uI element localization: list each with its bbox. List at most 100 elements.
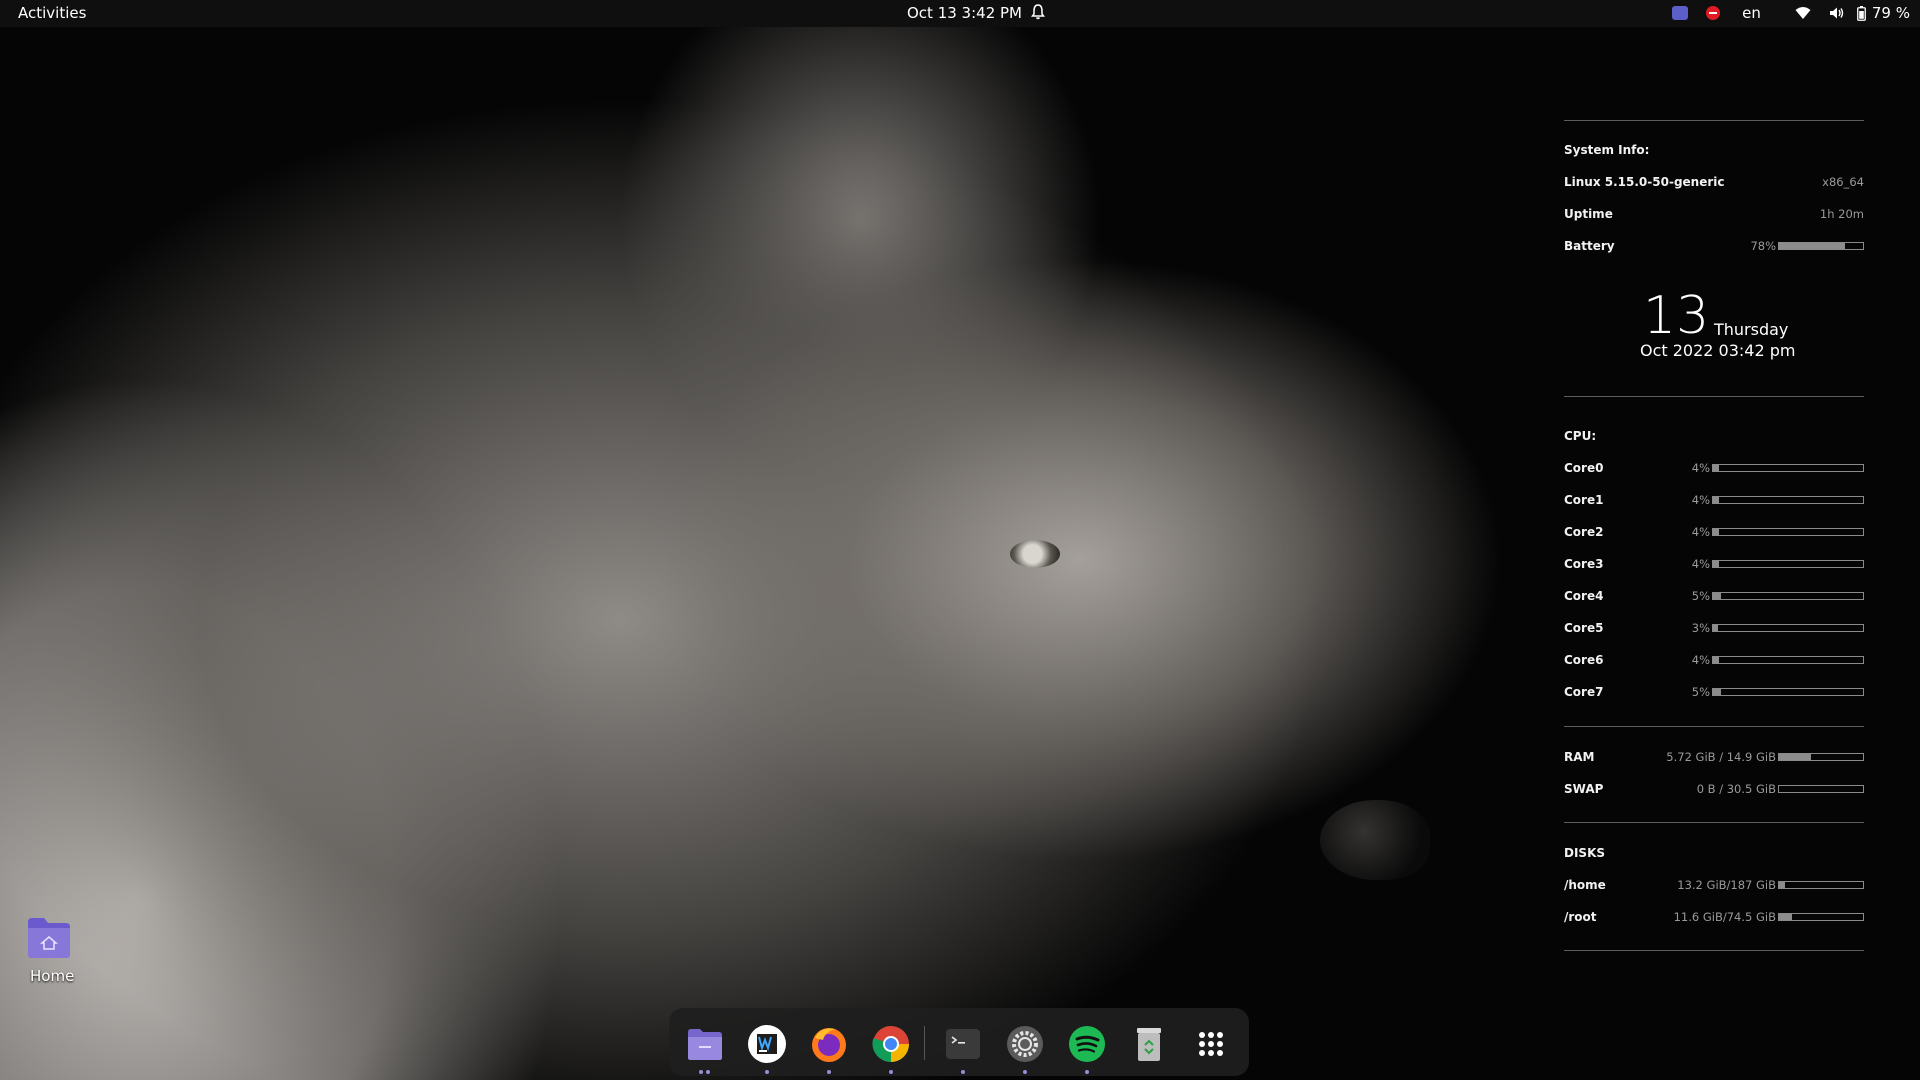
core-value: 4%	[1691, 653, 1710, 667]
terminal-icon[interactable]	[943, 1024, 983, 1064]
webstorm-icon[interactable]	[747, 1024, 787, 1064]
wifi-icon[interactable]	[1795, 6, 1811, 20]
core-value: 4%	[1691, 525, 1710, 539]
core-bar-fill	[1713, 561, 1719, 567]
cpu-core-row: Core7 5%	[1564, 685, 1864, 701]
core-bar-fill	[1713, 657, 1719, 663]
core-value: 4%	[1691, 461, 1710, 475]
core-value: 4%	[1691, 493, 1710, 507]
divider	[1564, 120, 1864, 121]
firefox-icon[interactable]	[809, 1024, 849, 1064]
battery-row-value: 78%	[1750, 239, 1776, 253]
running-indicator	[961, 1070, 965, 1074]
swap-row: SWAP 0 B / 30.5 GiB	[1564, 782, 1864, 798]
core-bar-fill	[1713, 593, 1721, 599]
swap-value: 0 B / 30.5 GiB	[1696, 782, 1776, 796]
clock-button[interactable]: Oct 13 3:42 PM	[907, 4, 1022, 22]
battery-row-label: Battery	[1564, 239, 1615, 253]
core-label: Core4	[1564, 589, 1604, 603]
home-disk-bar	[1778, 881, 1864, 889]
language-indicator[interactable]: en	[1742, 4, 1761, 22]
top-bar: Activities Oct 13 3:42 PM en 79 %	[0, 0, 1920, 27]
running-indicator	[889, 1070, 893, 1074]
divider	[1564, 950, 1864, 951]
home-disk-label: /home	[1564, 878, 1606, 892]
core-label: Core5	[1564, 621, 1604, 635]
system-tray[interactable]: en 79 %	[1654, 2, 1910, 24]
core-label: Core0	[1564, 461, 1604, 475]
root-disk-value: 11.6 GiB/74.5 GiB	[1673, 910, 1776, 924]
core-bar	[1712, 528, 1864, 536]
wallpaper-wolf-eye	[1010, 540, 1060, 568]
disks-title-row: DISKS	[1564, 846, 1864, 862]
battery-icon[interactable]	[1856, 5, 1866, 21]
battery-bar-fill	[1779, 243, 1845, 249]
uptime-value: 1h 20m	[1819, 207, 1864, 221]
home-disk-bar-fill	[1779, 882, 1785, 888]
cpu-core-row: Core0 4%	[1564, 461, 1864, 477]
core-bar	[1712, 464, 1864, 472]
teams-icon[interactable]	[1672, 6, 1689, 20]
disks-title: DISKS	[1564, 846, 1606, 860]
divider	[1564, 822, 1864, 823]
running-indicator	[706, 1070, 710, 1074]
divider	[1564, 726, 1864, 727]
battery-bar	[1778, 242, 1864, 250]
core-bar-fill	[1713, 529, 1719, 535]
spotify-icon[interactable]	[1067, 1024, 1107, 1064]
running-indicator	[1023, 1070, 1027, 1074]
ram-row: RAM 5.72 GiB / 14.9 GiB	[1564, 750, 1864, 766]
battery-percentage[interactable]: 79 %	[1872, 4, 1910, 22]
system-info-title: System Info:	[1564, 143, 1650, 157]
ram-value: 5.72 GiB / 14.9 GiB	[1666, 750, 1776, 764]
date-time-label: Oct 2022 03:42 pm	[1640, 341, 1796, 360]
running-indicator	[827, 1070, 831, 1074]
root-disk-bar-fill	[1779, 914, 1793, 920]
core-value: 5%	[1691, 589, 1710, 603]
bell-icon[interactable]	[1030, 3, 1046, 21]
battery-label: 79 %	[1871, 4, 1910, 22]
core-bar	[1712, 496, 1864, 504]
core-bar-fill	[1713, 497, 1719, 503]
core-value: 4%	[1691, 557, 1710, 571]
show-apps-icon[interactable]	[1191, 1024, 1231, 1064]
home-folder-icon[interactable]	[26, 916, 72, 960]
core-bar-fill	[1713, 465, 1719, 471]
trash-icon[interactable]	[1129, 1024, 1169, 1064]
home-disk-row: /home 13.2 GiB/187 GiB	[1564, 878, 1864, 894]
core-bar	[1712, 656, 1864, 664]
home-disk-value: 13.2 GiB/187 GiB	[1677, 878, 1776, 892]
root-disk-bar	[1778, 913, 1864, 921]
ram-bar-fill	[1779, 754, 1811, 760]
cpu-core-row: Core4 5%	[1564, 589, 1864, 605]
weekday-label: Thursday	[1714, 320, 1789, 339]
kernel-label: Linux 5.15.0-50-generic	[1564, 175, 1725, 189]
files-icon[interactable]	[685, 1024, 725, 1064]
core-bar	[1712, 688, 1864, 696]
activities-button[interactable]: Activities	[18, 4, 86, 22]
core-label: Core7	[1564, 685, 1604, 699]
swap-bar	[1778, 785, 1864, 793]
home-folder-label[interactable]: Home	[30, 967, 74, 985]
core-bar	[1712, 560, 1864, 568]
settings-icon[interactable]	[1005, 1024, 1045, 1064]
cpu-title: CPU:	[1564, 429, 1597, 443]
volume-icon[interactable]	[1829, 6, 1845, 20]
kernel-row: Linux 5.15.0-50-generic x86_64	[1564, 175, 1864, 191]
cpu-core-row: Core1 4%	[1564, 493, 1864, 509]
cpu-core-row: Core6 4%	[1564, 653, 1864, 669]
arch-value: x86_64	[1822, 175, 1864, 189]
swap-label: SWAP	[1564, 782, 1604, 796]
core-label: Core3	[1564, 557, 1604, 571]
chrome-icon[interactable]	[871, 1024, 911, 1064]
uptime-label: Uptime	[1564, 207, 1613, 221]
root-disk-label: /root	[1564, 910, 1597, 924]
core-bar	[1712, 592, 1864, 600]
system-info-row: System Info:	[1564, 143, 1864, 159]
do-not-disturb-icon[interactable]	[1706, 6, 1721, 20]
language-label: en	[1742, 4, 1761, 22]
running-indicator	[765, 1070, 769, 1074]
cpu-core-row: Core3 4%	[1564, 557, 1864, 573]
cpu-core-row: Core2 4%	[1564, 525, 1864, 541]
running-indicator	[699, 1070, 703, 1074]
